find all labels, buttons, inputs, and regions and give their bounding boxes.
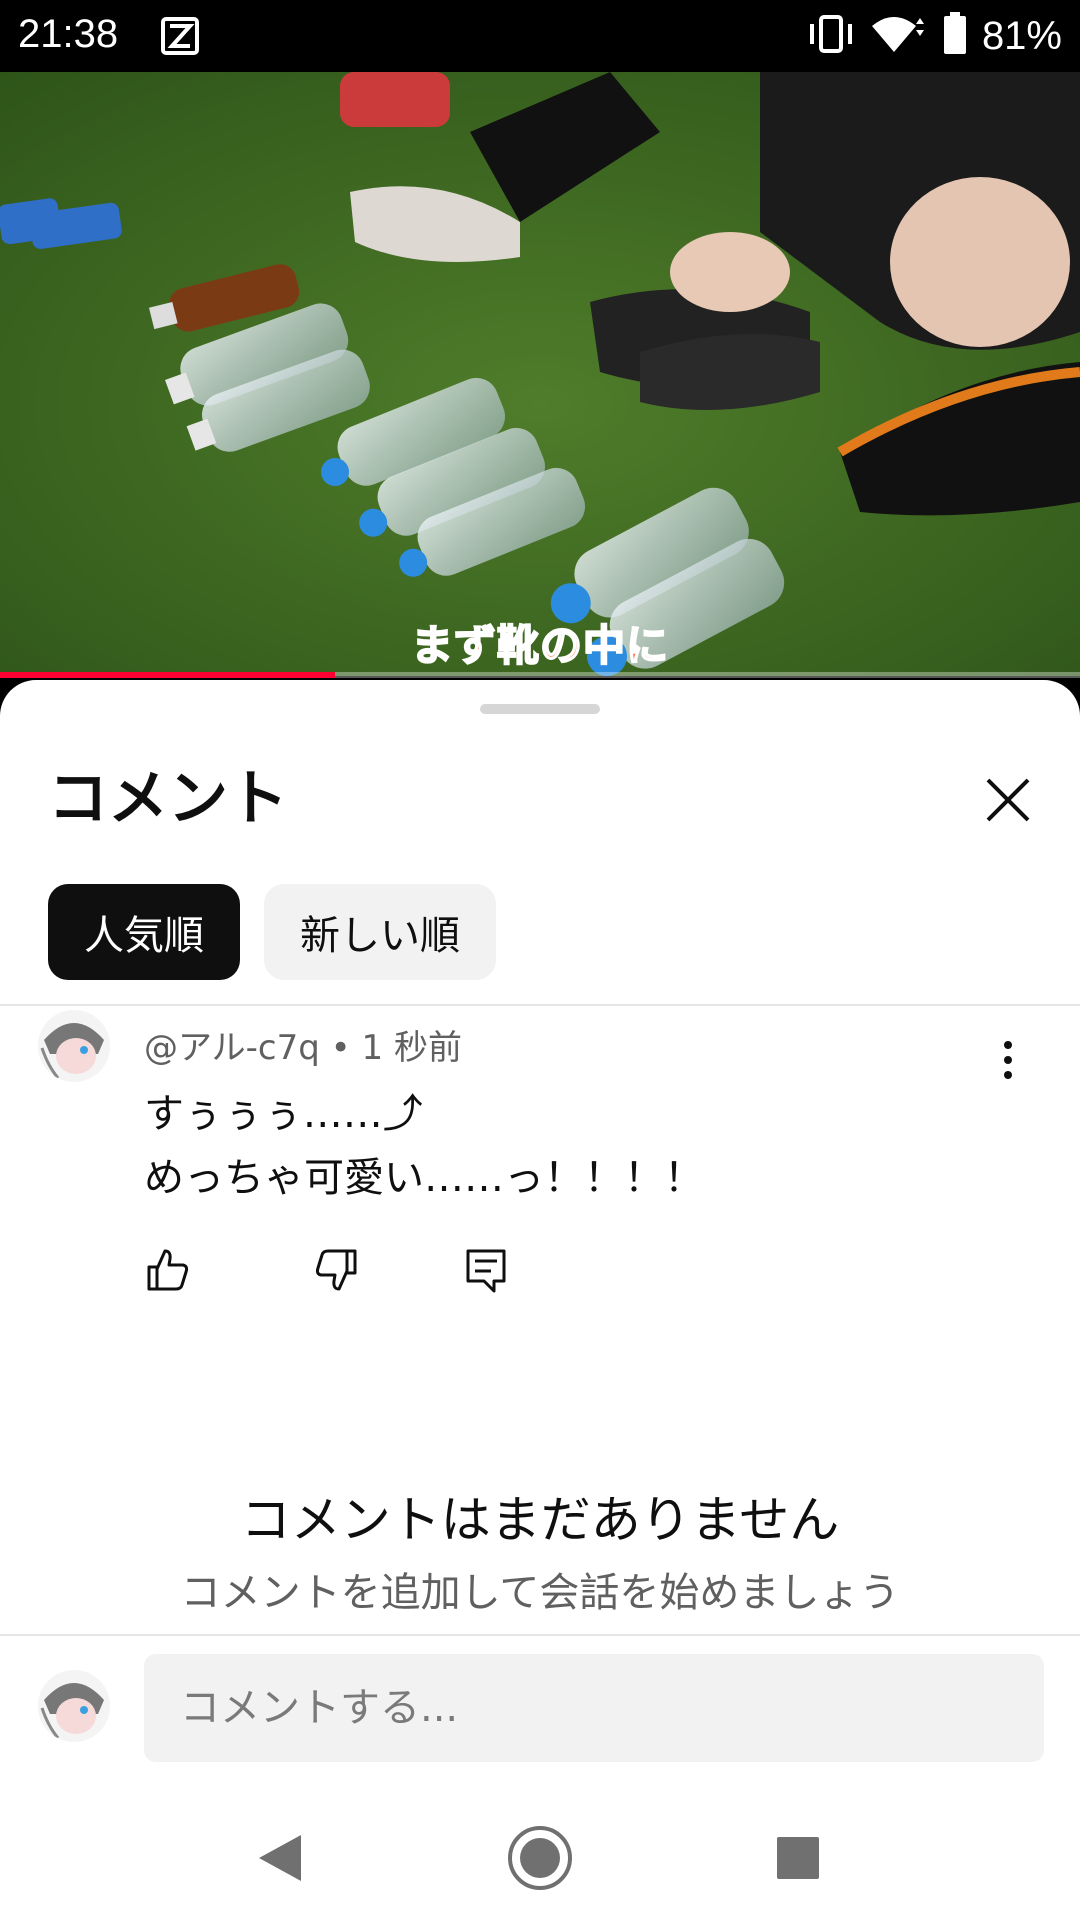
recents-icon [777, 1837, 819, 1879]
status-bar: 21:38 81% [0, 0, 1080, 72]
battery-percentage: 81% [981, 13, 1062, 58]
close-icon [986, 778, 1030, 822]
dislike-icon [315, 1249, 357, 1291]
system-nav-bar [0, 1790, 1080, 1920]
empty-state-subtitle: コメントを追加して会話を始めましょう [180, 1570, 900, 1616]
app-notification-icon [160, 16, 200, 56]
comment-line: すぅぅぅ……⤴︎ [144, 1091, 423, 1137]
video-caption: まず靴の中に [410, 620, 669, 671]
video-progress-bar[interactable] [0, 672, 1080, 678]
video-progress-fill [0, 672, 335, 678]
comment-time: 1 秒前 [361, 1028, 462, 1068]
status-time: 21:38 [18, 12, 119, 56]
comment-author[interactable]: @アル-c7q [144, 1028, 320, 1068]
drag-handle[interactable] [480, 704, 600, 714]
comment-more-button[interactable] [990, 1036, 1026, 1084]
comment-line: めっちゃ可愛い……っ！！！！ [144, 1155, 704, 1201]
user-avatar [38, 1670, 110, 1742]
chip-popular[interactable]: 人気順 [48, 884, 240, 980]
commenter-avatar[interactable] [38, 1010, 110, 1082]
back-icon [259, 1835, 301, 1881]
dislike-button[interactable] [312, 1246, 360, 1294]
empty-state-title: コメントはまだありません [240, 1491, 840, 1549]
comment-item: @アル-c7q • 1 秒前 すぅぅぅ……⤴︎ めっちゃ可愛い……っ！！！！ [0, 1010, 1080, 1310]
like-button[interactable] [144, 1246, 192, 1294]
home-icon [508, 1826, 572, 1890]
like-icon [147, 1249, 189, 1291]
sort-chips: 人気順 新しい順 [48, 884, 496, 980]
sheet-title: コメント [48, 764, 288, 834]
chip-newest[interactable]: 新しい順 [264, 884, 496, 980]
video-frame [0, 72, 1080, 676]
vibrate-icon [806, 14, 856, 58]
meta-separator: • [319, 1028, 362, 1068]
comment-meta: @アル-c7q • 1 秒前 [144, 1020, 462, 1069]
video-player[interactable]: まず靴の中に [0, 72, 1080, 676]
recents-button[interactable] [758, 1818, 838, 1898]
comment-input[interactable] [144, 1654, 1044, 1762]
home-button[interactable] [500, 1818, 580, 1898]
comment-text: すぅぅぅ……⤴︎ めっちゃ可愛い……っ！！！！ [144, 1082, 704, 1210]
comments-sheet: コメント 人気順 新しい順 @アル-c7q • 1 秒前 すぅぅぅ……⤴︎ めっ… [0, 680, 1080, 1920]
close-button[interactable] [970, 762, 1046, 838]
reply-button[interactable] [462, 1246, 510, 1294]
more-vert-icon [1004, 1041, 1012, 1079]
comment-composer [0, 1634, 1080, 1784]
battery-icon [942, 12, 968, 60]
divider [0, 1004, 1080, 1006]
comment-actions [144, 1246, 510, 1294]
wifi-icon [870, 14, 928, 58]
reply-icon [466, 1249, 506, 1293]
back-button[interactable] [240, 1818, 320, 1898]
status-icons: 81% [806, 10, 1062, 62]
